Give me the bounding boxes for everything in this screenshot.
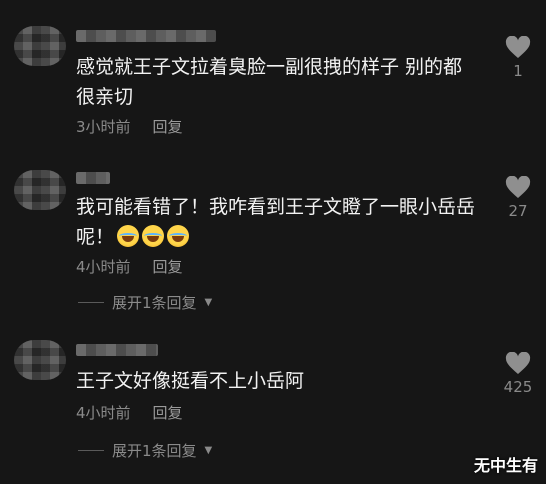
comment-text: 王子文好像挺看不上小岳阿 <box>76 370 305 392</box>
reply-button[interactable]: 回复 <box>153 116 183 137</box>
avatar[interactable] <box>14 26 66 66</box>
comment-meta: 3小时前 回复 <box>76 116 183 137</box>
caret-down-icon: ▼ <box>204 297 213 308</box>
like-count: 1 <box>513 62 523 80</box>
expand-replies-button[interactable]: 展开1条回复 ▼ <box>78 292 212 313</box>
username-blurred[interactable] <box>76 30 216 42</box>
caret-down-icon: ▼ <box>204 445 213 456</box>
expand-replies-label: 展开1条回复 <box>112 442 197 460</box>
laughing-crying-emoji <box>117 225 140 247</box>
comment-time: 3小时前 <box>76 118 131 136</box>
username-blurred[interactable] <box>76 344 158 356</box>
like-button[interactable]: 27 <box>500 176 536 220</box>
expand-replies-button[interactable]: 展开1条回复 ▼ <box>78 440 212 461</box>
avatar[interactable] <box>14 170 66 210</box>
reply-button[interactable]: 回复 <box>153 256 183 277</box>
divider-line <box>78 302 104 303</box>
comment-time: 4小时前 <box>76 404 131 422</box>
laughing-crying-emoji <box>142 225 165 247</box>
comment-meta: 4小时前 回复 <box>76 402 183 423</box>
comment-meta: 4小时前 回复 <box>76 256 183 277</box>
like-count: 27 <box>508 202 528 220</box>
divider-line <box>78 450 104 451</box>
like-button[interactable]: 1 <box>500 36 536 80</box>
expand-replies-label: 展开1条回复 <box>112 294 197 312</box>
comment-text: 感觉就王子文拉着臭脸一副很拽的样子 别的都很亲切 <box>76 56 463 108</box>
username-blurred[interactable] <box>76 172 110 184</box>
watermark: 无中生有 <box>473 456 538 475</box>
comment-text: 我可能看错了！我咋看到王子文瞪了一眼小岳岳呢！ <box>76 192 496 252</box>
comment-time: 4小时前 <box>76 258 131 276</box>
like-button[interactable]: 425 <box>500 352 536 396</box>
heart-icon[interactable] <box>505 36 531 60</box>
like-count: 425 <box>503 378 533 396</box>
laughing-crying-emoji <box>167 225 190 247</box>
heart-icon[interactable] <box>505 176 531 200</box>
reply-button[interactable]: 回复 <box>153 402 183 423</box>
avatar[interactable] <box>14 340 66 380</box>
heart-icon[interactable] <box>505 352 531 376</box>
